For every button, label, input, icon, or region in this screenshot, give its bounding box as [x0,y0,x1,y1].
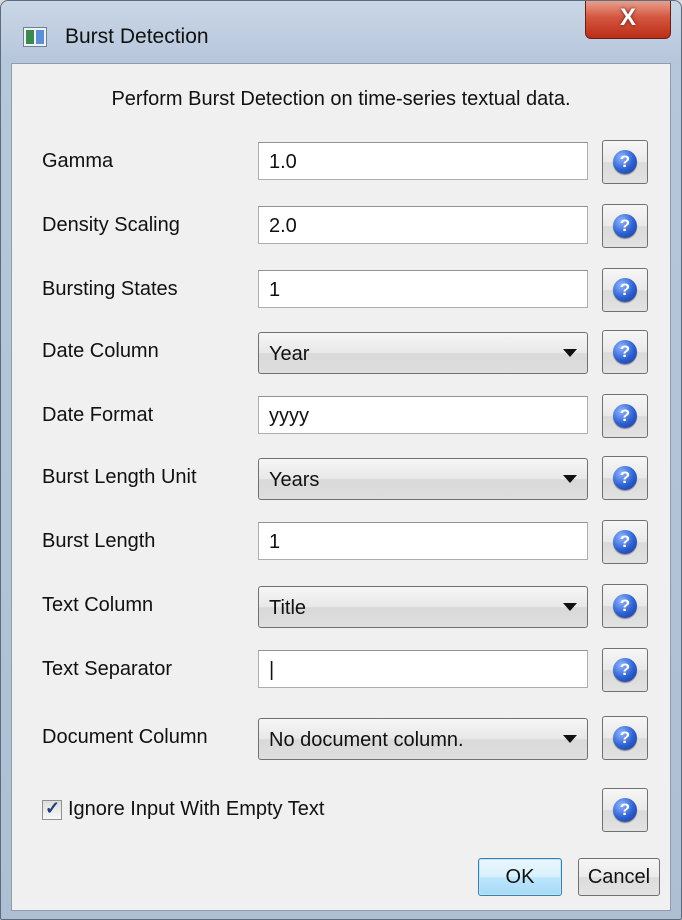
gamma-label: Gamma [42,150,114,172]
text-separator-label: Text Separator [42,658,173,680]
help-icon: ? [613,404,637,428]
date-format-input[interactable]: yyyy [258,396,588,434]
text-column-select[interactable]: Title [258,586,588,628]
app-icon [23,27,47,47]
dropdown-arrow-icon [563,603,577,611]
date-format-help-button[interactable]: ? [602,394,648,438]
document-column-value: No document column. [269,729,464,751]
date-column-select[interactable]: Year [258,332,588,374]
burst-length-help-button[interactable]: ? [602,520,648,564]
burst-length-unit-help-button[interactable]: ? [602,456,648,500]
dropdown-arrow-icon [563,349,577,357]
help-icon: ? [613,726,637,750]
burst-length-unit-select[interactable]: Years [258,458,588,500]
dropdown-arrow-icon [563,735,577,743]
row-date-format: Date Format yyyy ? [12,394,670,438]
gamma-help-button[interactable]: ? [602,140,648,184]
cancel-button[interactable]: Cancel [578,858,660,896]
help-icon: ? [613,466,637,490]
ok-button[interactable]: OK [478,858,562,896]
text-separator-input[interactable]: | [258,650,588,688]
row-text-column: Text Column Title ? [12,584,670,628]
help-icon: ? [613,594,637,618]
title-bar[interactable]: Burst Detection X [1,1,681,63]
document-column-help-button[interactable]: ? [602,716,648,760]
dialog-body: Perform Burst Detection on time-series t… [11,63,671,911]
row-ignore-empty: ✓ Ignore Input With Empty Text ? [12,788,670,832]
document-column-select[interactable]: No document column. [258,718,588,760]
dropdown-arrow-icon [563,475,577,483]
bursting-states-help-button[interactable]: ? [602,268,648,312]
density-scaling-help-button[interactable]: ? [602,204,648,248]
row-density-scaling: Density Scaling 2.0 ? [12,204,670,248]
density-scaling-label: Density Scaling [42,214,180,236]
date-column-help-button[interactable]: ? [602,330,648,374]
bursting-states-label: Bursting States [42,278,178,300]
bursting-states-input[interactable]: 1 [258,270,588,308]
document-column-label: Document Column [42,726,208,748]
ignore-empty-label[interactable]: Ignore Input With Empty Text [68,798,324,821]
date-column-label: Date Column [42,340,159,362]
burst-length-input[interactable]: 1 [258,522,588,560]
row-burst-length: Burst Length 1 ? [12,520,670,564]
row-date-column: Date Column Year ? [12,330,670,374]
date-column-value: Year [269,343,310,365]
burst-length-label: Burst Length [42,530,156,552]
help-icon: ? [613,150,637,174]
text-separator-help-button[interactable]: ? [602,648,648,692]
gamma-input[interactable]: 1.0 [258,142,588,180]
text-column-label: Text Column [42,594,154,616]
help-icon: ? [613,658,637,682]
dialog-window: Burst Detection X Perform Burst Detectio… [0,0,682,920]
row-text-separator: Text Separator | ? [12,648,670,692]
text-column-help-button[interactable]: ? [602,584,648,628]
checkmark-icon: ✓ [45,798,61,818]
row-document-column: Document Column No document column. ? [12,716,670,760]
row-burst-length-unit: Burst Length Unit Years ? [12,456,670,500]
help-icon: ? [613,214,637,238]
window-title: Burst Detection [65,25,209,48]
help-icon: ? [613,278,637,302]
text-column-value: Title [269,597,307,619]
density-scaling-input[interactable]: 2.0 [258,206,588,244]
burst-length-unit-value: Years [269,469,320,491]
dialog-description: Perform Burst Detection on time-series t… [111,88,571,110]
ignore-empty-checkbox[interactable]: ✓ [42,798,62,820]
row-bursting-states: Bursting States 1 ? [12,268,670,312]
help-icon: ? [613,530,637,554]
burst-length-unit-label: Burst Length Unit [42,466,197,488]
close-button[interactable]: X [585,1,671,39]
help-icon: ? [613,798,637,822]
date-format-label: Date Format [42,404,154,426]
ignore-empty-help-button[interactable]: ? [602,788,648,832]
row-gamma: Gamma 1.0 ? [12,140,670,184]
help-icon: ? [613,340,637,364]
